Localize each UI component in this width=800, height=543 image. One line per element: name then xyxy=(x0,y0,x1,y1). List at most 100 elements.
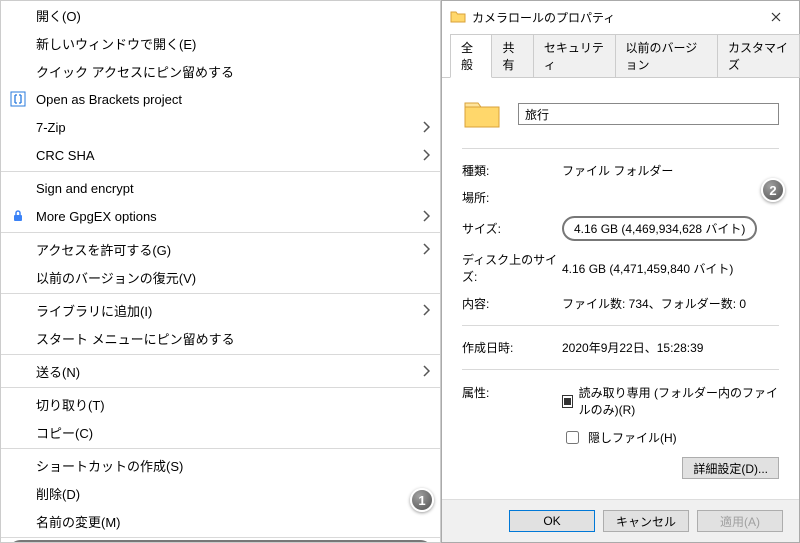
separator xyxy=(462,325,779,326)
brackets-icon xyxy=(9,90,27,108)
menu-item[interactable]: ライブラリに追加(I) xyxy=(1,296,440,324)
menu-item[interactable]: More GpgEX options xyxy=(1,202,440,230)
menu-item-label: ライブラリに追加(I) xyxy=(36,301,152,320)
label-size-on-disk: ディスク上のサイズ: xyxy=(462,251,562,285)
callout-1: 1 xyxy=(410,488,434,512)
menu-item[interactable]: 名前の変更(M) xyxy=(1,507,440,535)
menu-item[interactable]: 削除(D) xyxy=(1,479,440,507)
menu-item[interactable]: 新しいウィンドウで開く(E) xyxy=(1,29,440,57)
menu-item-label: More GpgEX options xyxy=(36,209,157,224)
icon-empty xyxy=(9,240,27,258)
menu-separator xyxy=(1,387,440,388)
menu-separator xyxy=(1,232,440,233)
icon-empty xyxy=(9,423,27,441)
value-size: 4.16 GB (4,469,934,628 バイト) xyxy=(562,216,757,241)
separator xyxy=(462,369,779,370)
chevron-right-icon xyxy=(422,243,430,255)
ok-button[interactable]: OK xyxy=(509,510,595,532)
cancel-button[interactable]: キャンセル xyxy=(603,510,689,532)
label-contents: 内容: xyxy=(462,295,562,312)
menu-separator xyxy=(1,171,440,172)
icon-empty xyxy=(9,146,27,164)
tab[interactable]: カスタマイズ xyxy=(717,34,800,78)
value-size-on-disk: 4.16 GB (4,471,459,840 バイト) xyxy=(562,260,779,277)
checkbox-hidden-input[interactable] xyxy=(566,431,579,444)
chevron-right-icon xyxy=(422,149,430,161)
menu-item-label: 開く(O) xyxy=(36,6,81,25)
checkbox-hidden-label: 隠しファイル(H) xyxy=(588,429,677,446)
icon-empty xyxy=(9,512,27,530)
value-type: ファイル フォルダー xyxy=(562,162,779,179)
chevron-right-icon xyxy=(422,121,430,133)
close-button[interactable] xyxy=(753,1,799,33)
menu-item[interactable]: CRC SHA xyxy=(1,141,440,169)
dialog-title: カメラロールのプロパティ xyxy=(472,9,615,26)
menu-separator xyxy=(1,537,440,538)
menu-item-label: ショートカットの作成(S) xyxy=(36,456,183,475)
menu-item[interactable]: クイック アクセスにピン留めする xyxy=(1,57,440,85)
label-type: 種類: xyxy=(462,162,562,179)
menu-item[interactable]: 7-Zip xyxy=(1,113,440,141)
menu-item-label: Open as Brackets project xyxy=(36,92,182,107)
icon-empty xyxy=(9,62,27,80)
tab-bar: 全般共有セキュリティ以前のバージョンカスタマイズ xyxy=(442,33,799,77)
icon-empty xyxy=(9,301,27,319)
menu-item-label: アクセスを許可する(G) xyxy=(36,240,171,259)
value-contents: ファイル数: 734、フォルダー数: 0 xyxy=(562,295,779,312)
menu-item[interactable]: Open as Brackets project xyxy=(1,85,440,113)
tab[interactable]: 全般 xyxy=(450,34,492,78)
menu-item-label: Sign and encrypt xyxy=(36,181,134,196)
menu-item[interactable]: ショートカットの作成(S) xyxy=(1,451,440,479)
chevron-right-icon xyxy=(422,304,430,316)
tab[interactable]: セキュリティ xyxy=(533,34,616,78)
menu-item[interactable]: 開く(O) xyxy=(1,1,440,29)
menu-separator xyxy=(1,354,440,355)
menu-item-label: コピー(C) xyxy=(36,423,93,442)
icon-empty xyxy=(9,362,27,380)
icon-empty xyxy=(9,329,27,347)
icon-empty xyxy=(9,456,27,474)
checkbox-indeterminate-icon xyxy=(562,395,573,408)
context-menu: 開く(O) 新しいウィンドウで開く(E) クイック アクセスにピン留めする Open … xyxy=(0,0,441,543)
menu-item[interactable]: スタート メニューにピン留めする xyxy=(1,324,440,352)
folder-icon xyxy=(450,9,466,25)
icon-empty xyxy=(9,34,27,52)
menu-item-label: 送る(N) xyxy=(36,362,80,381)
folder-name-input[interactable] xyxy=(518,103,779,125)
callout-2: 2 xyxy=(761,178,785,202)
tab-general: 種類: ファイル フォルダー 場所: 2 サイズ: 4.16 GB (4,469… xyxy=(442,77,799,499)
menu-item-label: 新しいウィンドウで開く(E) xyxy=(36,34,196,53)
menu-item-label: CRC SHA xyxy=(36,148,95,163)
apply-button[interactable]: 適用(A) xyxy=(697,510,783,532)
menu-item[interactable]: コピー(C) xyxy=(1,418,440,446)
label-created: 作成日時: xyxy=(462,339,562,356)
icon-empty xyxy=(9,118,27,136)
menu-item-label: スタート メニューにピン留めする xyxy=(36,329,235,348)
dialog-button-bar: OK キャンセル 適用(A) xyxy=(442,499,799,542)
properties-dialog: カメラロールのプロパティ 全般共有セキュリティ以前のバージョンカスタマイズ 種類… xyxy=(441,0,800,543)
label-attributes: 属性: xyxy=(462,384,562,479)
checkbox-readonly[interactable]: 読み取り専用 (フォルダー内のファイルのみ)(R) xyxy=(562,384,779,418)
icon-empty xyxy=(9,484,27,502)
chevron-right-icon xyxy=(422,365,430,377)
menu-item-label: 切り取り(T) xyxy=(36,395,105,414)
icon-empty xyxy=(9,6,27,24)
label-location: 場所: xyxy=(462,189,562,206)
icon-empty xyxy=(9,179,27,197)
tab[interactable]: 共有 xyxy=(491,34,533,78)
checkbox-readonly-label: 読み取り専用 (フォルダー内のファイルのみ)(R) xyxy=(579,384,779,418)
menu-separator xyxy=(1,293,440,294)
menu-item-label: 名前の変更(M) xyxy=(36,512,121,531)
folder-large-icon xyxy=(462,94,502,134)
menu-item[interactable]: 切り取り(T) xyxy=(1,390,440,418)
tab[interactable]: 以前のバージョン xyxy=(615,34,719,78)
menu-item[interactable]: 以前のバージョンの復元(V) xyxy=(1,263,440,291)
menu-item[interactable]: 送る(N) xyxy=(1,357,440,385)
menu-item[interactable]: Sign and encrypt xyxy=(1,174,440,202)
advanced-button[interactable]: 詳細設定(D)... xyxy=(682,457,779,479)
checkbox-hidden[interactable]: 隠しファイル(H) xyxy=(562,428,779,447)
menu-item-label: 7-Zip xyxy=(36,120,66,135)
lock-icon xyxy=(9,207,27,225)
menu-item[interactable]: アクセスを許可する(G) xyxy=(1,235,440,263)
label-size: サイズ: xyxy=(462,220,562,237)
